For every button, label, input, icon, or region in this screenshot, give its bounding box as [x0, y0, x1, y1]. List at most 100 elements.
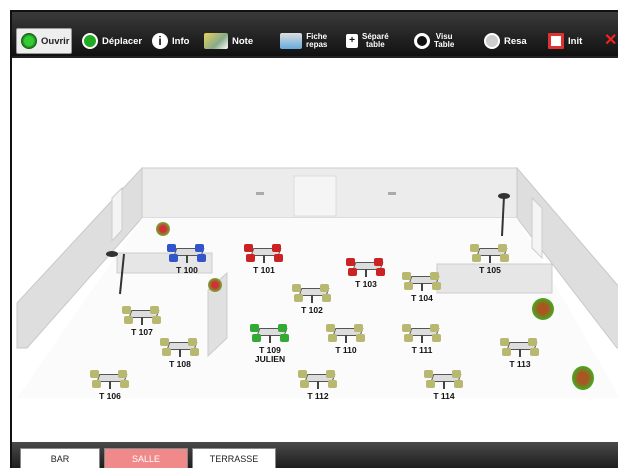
- button-label: Info: [172, 35, 190, 47]
- table-label: T 105: [479, 266, 501, 275]
- table-t104[interactable]: [400, 270, 444, 292]
- table-t110[interactable]: [324, 322, 368, 344]
- chair-icon: [272, 244, 281, 252]
- tab-terrasse[interactable]: TERRASSE: [192, 448, 276, 468]
- split-table-button[interactable]: + Séparé table: [342, 28, 404, 54]
- meal-sheet-button[interactable]: Fiche repas: [276, 28, 338, 54]
- chair-icon: [402, 272, 411, 280]
- table-number: T 102: [301, 305, 323, 315]
- button-label: Init: [568, 35, 583, 47]
- chair-icon: [328, 334, 337, 342]
- floor-plan: T 100 T 101 T 102 T 103 T 104 T 105 T 106 T 107…: [12, 58, 618, 441]
- table-label: T 101: [253, 266, 275, 275]
- chair-icon: [326, 370, 335, 378]
- reservation-button[interactable]: Resa: [480, 28, 538, 54]
- table-number: T 110: [335, 345, 357, 355]
- table-t112[interactable]: [296, 368, 340, 390]
- chair-icon: [430, 272, 439, 280]
- chair-icon: [426, 380, 435, 388]
- chair-icon: [328, 380, 337, 388]
- table-label: T 108: [169, 360, 191, 369]
- tab-label: SALLE: [131, 454, 161, 464]
- chair-icon: [280, 334, 289, 342]
- table-number: T 104: [411, 293, 433, 303]
- button-label-line2: repas: [306, 40, 328, 49]
- plant-icon: [572, 366, 594, 390]
- button-label: Note: [232, 35, 254, 47]
- meal-sheet-icon: [280, 33, 302, 49]
- table-label: T 114: [433, 392, 454, 401]
- open-button[interactable]: Ouvrir: [16, 28, 72, 54]
- table-label: T 100: [176, 266, 198, 275]
- table-leg: [421, 335, 423, 343]
- table-label: T 103: [355, 280, 377, 289]
- tab-label: TERRASSE: [209, 454, 259, 464]
- table-number: T 113: [509, 359, 531, 369]
- tab-salle[interactable]: SALLE: [104, 448, 188, 468]
- button-label-stack: Séparé table: [362, 33, 389, 49]
- table-label: T 110: [335, 346, 356, 355]
- chair-icon: [530, 348, 539, 356]
- table-leg: [345, 335, 347, 343]
- table-t103[interactable]: [344, 256, 388, 278]
- chair-icon: [376, 268, 385, 276]
- tab-bar[interactable]: BAR: [20, 448, 100, 468]
- note-button[interactable]: Note: [200, 28, 272, 54]
- table-leg: [489, 255, 491, 263]
- chair-icon: [502, 348, 511, 356]
- table-t111[interactable]: [400, 322, 444, 344]
- table-leg: [519, 349, 521, 357]
- table-leg: [317, 381, 319, 389]
- button-label: Déplacer: [102, 35, 143, 47]
- table-t102[interactable]: [290, 282, 334, 304]
- button-label-stack: Visu Table: [434, 33, 454, 49]
- table-leg: [311, 295, 313, 303]
- table-t100[interactable]: [165, 242, 209, 264]
- chair-icon: [278, 324, 287, 332]
- chair-icon: [322, 294, 331, 302]
- chair-icon: [326, 324, 335, 332]
- table-number: T 108: [169, 359, 191, 369]
- chair-icon: [150, 306, 159, 314]
- chair-icon: [118, 370, 127, 378]
- chair-icon: [167, 244, 176, 252]
- init-button[interactable]: Init: [544, 28, 592, 54]
- table-t108[interactable]: [158, 336, 202, 358]
- chair-icon: [244, 244, 253, 252]
- view-table-button[interactable]: Visu Table: [410, 28, 470, 54]
- chair-icon: [294, 294, 303, 302]
- table-label: T 109 JULIEN: [255, 346, 285, 364]
- chair-icon: [188, 338, 197, 346]
- move-arrow-icon: [82, 33, 98, 49]
- table-t109[interactable]: [248, 322, 292, 344]
- table-t107[interactable]: [120, 304, 164, 326]
- chair-icon: [120, 380, 129, 388]
- close-icon[interactable]: ✕: [604, 32, 618, 50]
- chair-icon: [246, 254, 255, 262]
- chair-icon: [452, 370, 461, 378]
- chair-icon: [160, 338, 169, 346]
- button-label-line2: Table: [434, 40, 455, 49]
- plant-icon: [532, 298, 554, 320]
- table-leg: [141, 317, 143, 325]
- table-t101[interactable]: [242, 242, 286, 264]
- table-t105[interactable]: [468, 242, 512, 264]
- chair-icon: [500, 254, 509, 262]
- chair-icon: [354, 324, 363, 332]
- table-t106[interactable]: [88, 368, 132, 390]
- app-window: Ouvrir Déplacer i Info Note Fiche repas +…: [10, 10, 618, 468]
- info-button[interactable]: i Info: [148, 28, 196, 54]
- reset-icon: [548, 33, 564, 49]
- table-leg: [365, 269, 367, 277]
- table-t114[interactable]: [422, 368, 466, 390]
- chair-icon: [92, 380, 101, 388]
- chair-icon: [162, 348, 171, 356]
- chair-icon: [250, 324, 259, 332]
- room-tab-bar: BAR SALLE TERRASSE: [12, 442, 618, 468]
- chair-icon: [430, 324, 439, 332]
- button-label-line2: table: [366, 40, 385, 49]
- chair-icon: [90, 370, 99, 378]
- move-button[interactable]: Déplacer: [78, 28, 144, 54]
- table-number: T 105: [479, 265, 501, 275]
- table-t113[interactable]: [498, 336, 542, 358]
